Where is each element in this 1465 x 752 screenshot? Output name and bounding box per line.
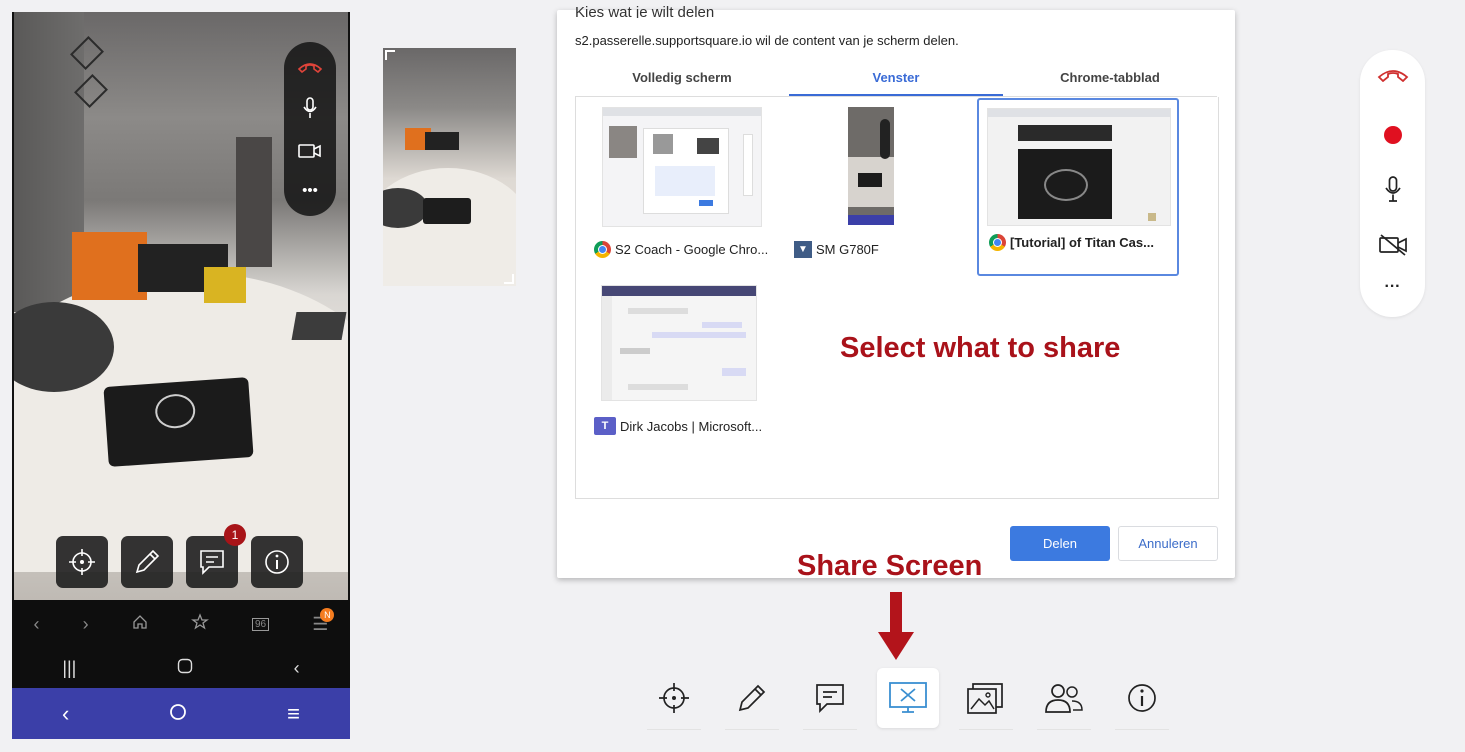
image-gallery-icon	[967, 683, 1003, 714]
record-icon	[1383, 126, 1402, 144]
phone-draw-tool[interactable]	[121, 536, 173, 588]
camera-off-icon	[1378, 234, 1407, 256]
bottom-toolbar	[635, 668, 1181, 730]
remote-phone-stream: ••• 1 ‹ › 96 ☰ N ||| ‹ ‹ ≡	[12, 12, 350, 739]
info-icon	[1128, 684, 1156, 712]
window-thumbnail	[602, 107, 762, 227]
hangup-icon	[1377, 70, 1408, 82]
more-options-icon[interactable]: •••	[302, 183, 318, 198]
phone-system-nav: ||| ‹	[12, 648, 350, 688]
window-item-s2-coach[interactable]: S2 Coach - Google Chro...	[584, 105, 784, 281]
sm-app-icon: ▼	[794, 241, 812, 258]
share-screen-icon	[889, 682, 927, 713]
remote-menu-icon[interactable]: ≡	[287, 701, 300, 727]
window-label: T Dirk Jacobs | Microsoft...	[594, 417, 762, 435]
gallery-button[interactable]	[947, 668, 1025, 730]
self-video-preview[interactable]	[383, 48, 516, 286]
chat-unread-badge: 1	[224, 524, 246, 546]
window-thumbnail	[987, 108, 1171, 226]
phone-info-tool[interactable]	[251, 536, 303, 588]
share-button[interactable]: Delen	[1010, 526, 1110, 561]
pencil-icon	[738, 684, 766, 712]
hangup-icon[interactable]	[297, 61, 323, 76]
draw-tool-button[interactable]	[713, 668, 791, 730]
select-what-to-share-annotation: Select what to share	[840, 332, 1121, 364]
crosshair-icon	[659, 683, 689, 713]
end-call-button[interactable]	[1360, 68, 1425, 82]
info-button[interactable]	[1103, 668, 1181, 730]
pointer-tool-button[interactable]	[635, 668, 713, 730]
system-back-icon[interactable]: ‹	[294, 658, 300, 679]
more-options-button[interactable]: ···	[1360, 278, 1425, 296]
window-grid: S2 Coach - Google Chro... ▼ SM G780F [Tu…	[575, 97, 1219, 499]
bookmark-star-icon[interactable]	[190, 612, 209, 636]
participants-icon	[1045, 684, 1083, 713]
camera-toggle-button[interactable]	[1360, 234, 1425, 256]
browser-menu-icon[interactable]: ☰ N	[312, 607, 335, 635]
home-button-icon[interactable]	[177, 658, 193, 679]
phone-tools-bar: 1	[56, 524, 303, 588]
chat-button[interactable]	[791, 668, 869, 730]
microphone-button[interactable]	[1360, 176, 1425, 202]
share-screen-annotation: Share Screen	[797, 550, 983, 582]
phone-call-controls: •••	[284, 42, 336, 216]
phone-pointer-tool[interactable]	[56, 536, 108, 588]
share-tabs: Volledig scherm Venster Chrome-tabblad	[575, 66, 1217, 97]
record-button[interactable]	[1360, 126, 1425, 144]
phone-browser-nav: ‹ › 96 ☰ N	[12, 600, 350, 648]
microphone-icon	[1384, 176, 1401, 202]
teams-icon: T	[594, 417, 616, 435]
tab-window[interactable]: Venster	[789, 66, 1003, 96]
video-camera-icon[interactable]	[298, 143, 322, 162]
chat-icon	[816, 684, 844, 714]
phone-chat-tool[interactable]: 1	[186, 524, 246, 588]
remote-nav-bar: ‹ ≡	[12, 688, 350, 739]
more-options-icon: ···	[1384, 278, 1401, 295]
cancel-button[interactable]: Annuleren	[1118, 526, 1218, 561]
remote-back-icon[interactable]: ‹	[62, 701, 69, 727]
recents-icon[interactable]: |||	[62, 658, 76, 679]
chat-icon	[200, 550, 224, 575]
window-label: [Tutorial] of Titan Cas...	[989, 234, 1154, 251]
browser-back-icon[interactable]: ‹	[34, 614, 40, 635]
remote-home-icon[interactable]	[169, 701, 187, 727]
window-item-tutorial[interactable]: [Tutorial] of Titan Cas...	[977, 98, 1179, 276]
down-arrow-icon	[878, 592, 914, 660]
pencil-icon	[135, 549, 160, 574]
chrome-icon	[989, 234, 1006, 251]
window-thumbnail	[848, 107, 894, 225]
window-item-teams[interactable]: T Dirk Jacobs | Microsoft...	[584, 281, 784, 457]
dialog-title: Kies wat je wilt delen	[575, 4, 715, 18]
crosshair-icon	[69, 549, 95, 575]
menu-notification-badge: N	[320, 607, 335, 622]
browser-forward-icon[interactable]: ›	[83, 614, 89, 635]
participants-button[interactable]	[1025, 668, 1103, 730]
microphone-icon[interactable]	[302, 96, 318, 122]
chrome-icon	[594, 241, 611, 258]
window-item-sm-g780f[interactable]: ▼ SM G780F	[784, 105, 984, 281]
info-icon	[265, 550, 289, 574]
call-controls-panel: ···	[1360, 50, 1425, 317]
phone-camera-feed: •••	[14, 12, 348, 600]
dialog-subtitle: s2.passerelle.supportsquare.io wil de co…	[575, 33, 959, 48]
window-label: S2 Coach - Google Chro...	[594, 241, 768, 258]
share-screen-dialog: Kies wat je wilt delen s2.passerelle.sup…	[557, 4, 1235, 578]
home-icon[interactable]	[132, 614, 148, 635]
tab-chrome-tab[interactable]: Chrome-tabblad	[1003, 66, 1217, 96]
window-label: ▼ SM G780F	[794, 241, 879, 258]
share-screen-button[interactable]	[877, 668, 939, 728]
window-thumbnail	[601, 285, 757, 401]
tab-full-screen[interactable]: Volledig scherm	[575, 66, 789, 96]
tabs-icon[interactable]: 96	[251, 617, 270, 631]
